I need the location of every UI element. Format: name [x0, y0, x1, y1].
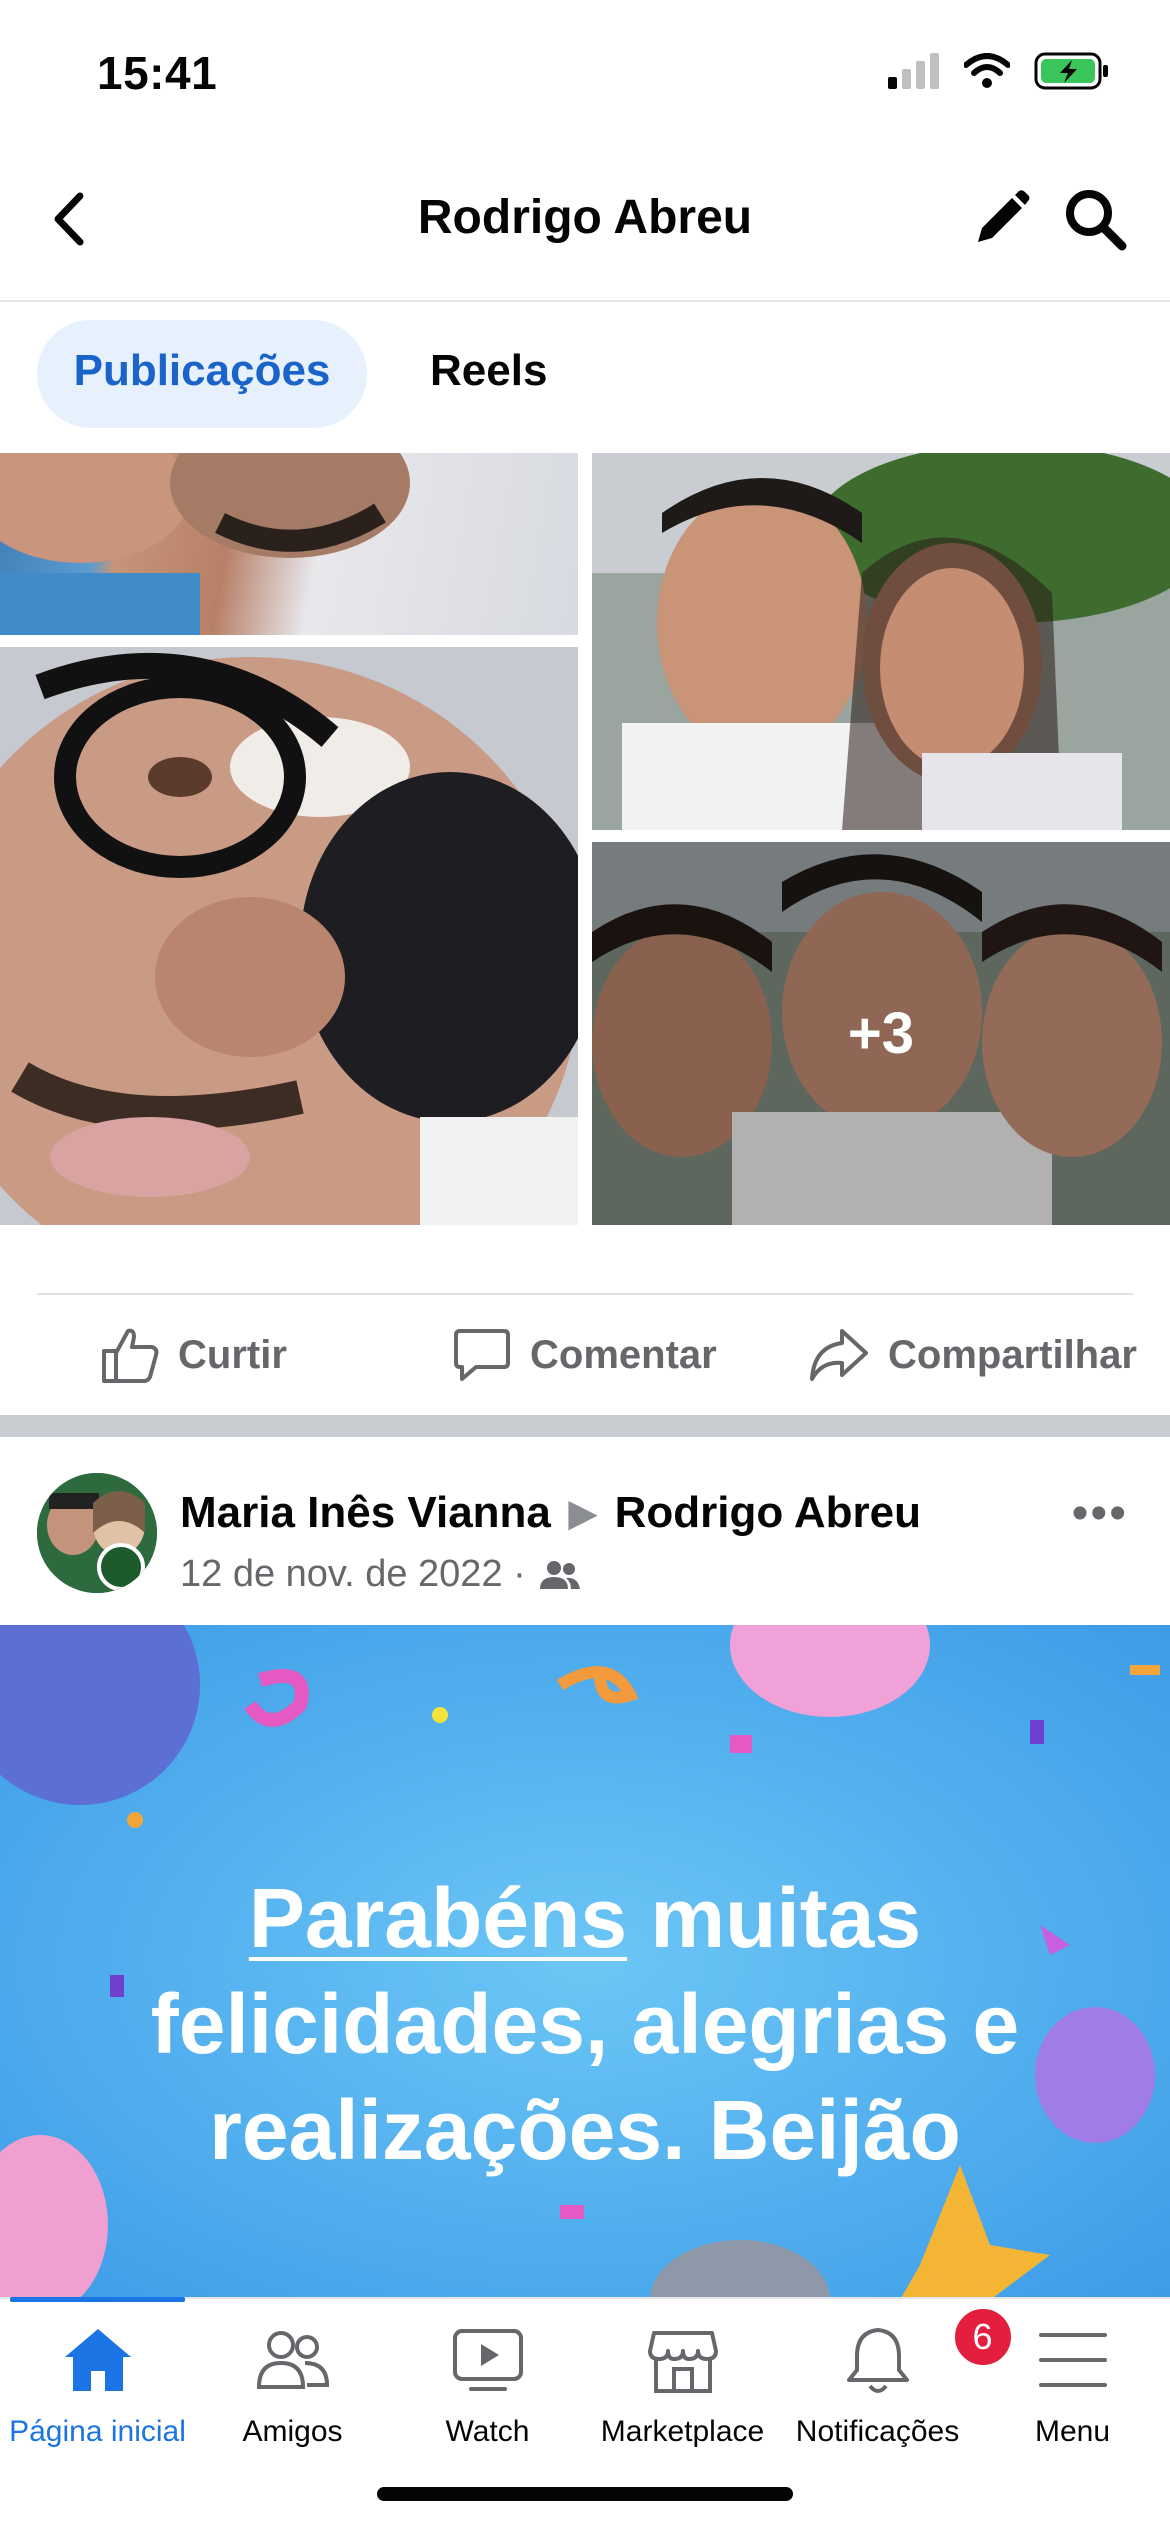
post-author-line: Maria Inês Vianna ▶ Rodrigo Abreu [180, 1488, 921, 1538]
tab-publicacoes-label[interactable]: Publicações [37, 346, 367, 396]
more-options-icon[interactable]: ••• [1072, 1486, 1128, 1541]
tab-notifications-label: Notificações [795, 2415, 960, 2448]
share-button[interactable]: Compartilhar [808, 1315, 1137, 1395]
tab-home-label: Página inicial [9, 2415, 186, 2448]
post-author[interactable]: Maria Inês Vianna [180, 1488, 551, 1538]
cellular-signal-icon [888, 53, 939, 89]
comment-button[interactable]: Comentar [452, 1315, 717, 1395]
tab-menu-label: Menu [1034, 2415, 1111, 2448]
photo-couple-outdoor[interactable] [592, 453, 1170, 830]
thumbs-up-icon [102, 1328, 159, 1383]
pencil-icon[interactable] [970, 188, 1032, 250]
photo-top-left[interactable] [0, 453, 578, 635]
tab-watch[interactable]: Watch [390, 2315, 585, 2449]
post-target[interactable]: Rodrigo Abreu [615, 1488, 921, 1538]
status-icons [886, 52, 1110, 90]
share-arrow-icon [810, 1329, 868, 1381]
friends-icon [539, 1560, 580, 1589]
banner-word-parabens[interactable]: Parabéns [249, 1871, 627, 1965]
feed-separator [0, 1415, 1170, 1437]
tab-friends-label: Amigos [242, 2415, 343, 2448]
comment-bubble-icon [454, 1329, 510, 1381]
battery-charging-icon [1034, 52, 1108, 90]
banner-line1-rest: muitas [627, 1871, 922, 1965]
post-date[interactable]: 12 de nov. de 2022 · [180, 1553, 526, 1596]
search-icon[interactable] [1062, 186, 1128, 252]
tab-reels[interactable]: Reels [430, 346, 547, 396]
watch-video-icon [452, 2329, 523, 2391]
tab-menu[interactable]: Menu [975, 2315, 1170, 2449]
wifi-icon [964, 53, 1010, 88]
banner-line3: realizações. Beijão [209, 2083, 961, 2177]
hamburger-menu-icon [1038, 2333, 1107, 2387]
banner-line2: felicidades, alegrias e [150, 1977, 1020, 2071]
tab-friends[interactable]: Amigos [195, 2315, 390, 2449]
photo-group-selfie[interactable]: +3 [592, 842, 1170, 1225]
tab-marketplace[interactable]: Marketplace [585, 2315, 780, 2449]
friends-icon [256, 2331, 329, 2389]
photo-selfie-sunglasses[interactable] [0, 647, 578, 1225]
avatar[interactable] [37, 1473, 157, 1593]
status-time: 15:41 [97, 47, 218, 99]
tab-watch-label: Watch [445, 2415, 530, 2448]
home-indicator[interactable] [377, 2487, 793, 2501]
bell-icon [846, 2328, 909, 2393]
more-photos-overlay[interactable]: +3 [592, 842, 1170, 1225]
banner-message: Parabéns muitas felicidades, alegrias e … [60, 1865, 1110, 2183]
home-icon [64, 2329, 131, 2391]
tab-home[interactable]: Página inicial [0, 2315, 195, 2449]
marketplace-store-icon [647, 2331, 718, 2393]
tab-marketplace-label: Marketplace [600, 2415, 765, 2448]
comment-label: Comentar [530, 1332, 717, 1377]
like-button[interactable]: Curtir [100, 1315, 287, 1395]
arrow-right-icon: ▶ [568, 1492, 597, 1533]
like-label: Curtir [178, 1332, 287, 1377]
divider [37, 1293, 1133, 1295]
active-tab-indicator [10, 2297, 185, 2302]
tab-notifications[interactable]: 6 Notificações [780, 2305, 1015, 2449]
share-label: Compartilhar [888, 1332, 1137, 1377]
post-meta: 12 de nov. de 2022 · [180, 1553, 580, 1596]
